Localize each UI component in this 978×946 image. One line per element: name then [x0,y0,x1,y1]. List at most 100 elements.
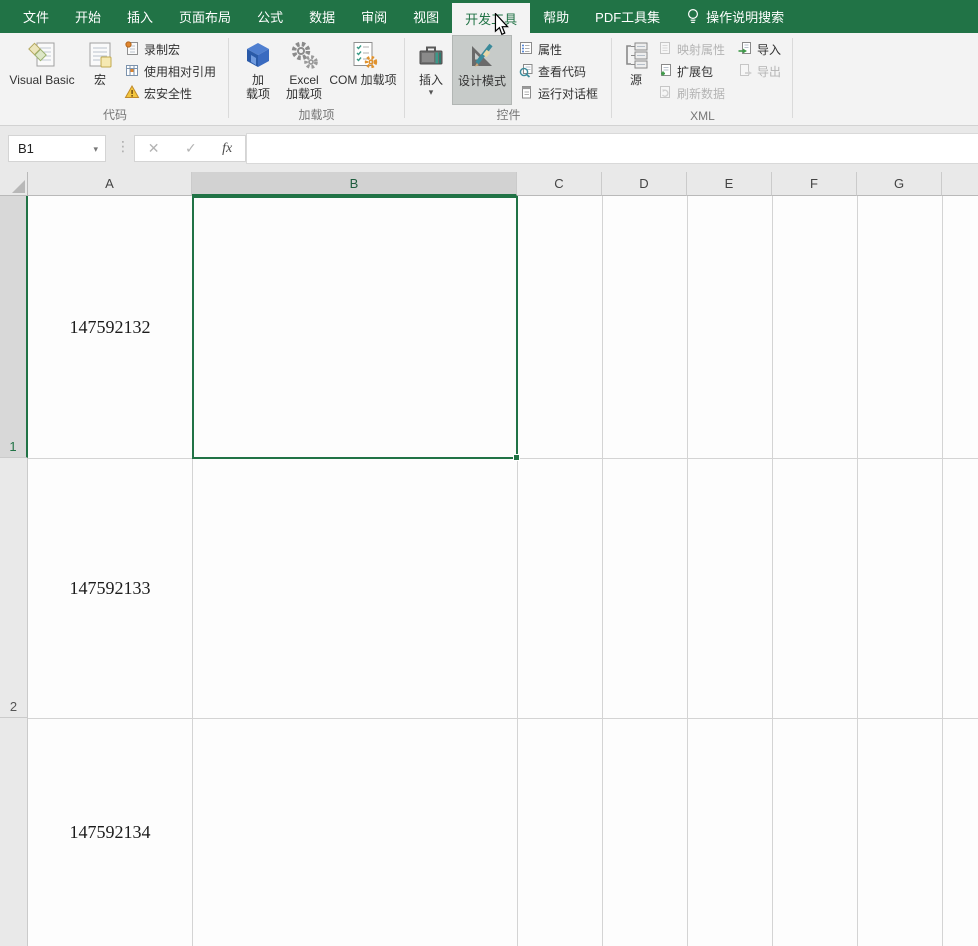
group-separator [611,38,612,118]
import-label: 导入 [757,42,782,57]
tab-tell-me-search-label: 操作说明搜索 [706,10,785,25]
tab-pdf-tools-label: PDF工具集 [595,10,661,25]
excel-addins-icon [288,37,320,73]
relative-references-label: 使用相对引用 [144,64,217,79]
com-addins-label: COM 加载项 [329,73,397,87]
column-header-b[interactable]: B [192,172,517,196]
run-dialog-button[interactable]: 运行对话框 [518,83,598,103]
tab-home-label: 开始 [75,10,102,25]
excel-addins-button[interactable]: Excel 加载项 [282,35,326,105]
ribbon-group-controls-label: 控件 [496,108,521,122]
tab-review-label: 审阅 [361,10,388,25]
formula-bar: B1 ▾ ⋮ ✕ ✓ fx [0,126,978,172]
ribbon-tab-strip: 文件 开始 插入 页面布局 公式 数据 审阅 视图 开发工具 帮助 PDF工具集… [0,0,978,33]
tab-pdf-tools[interactable]: PDF工具集 [582,0,673,33]
visual-basic-button[interactable]: Visual Basic [6,35,78,105]
column-header-f[interactable]: F [772,172,857,196]
tab-data[interactable]: 数据 [296,0,348,33]
group-separator [792,38,793,118]
visual-basic-label: Visual Basic [9,73,75,87]
xml-source-button[interactable]: 源 [618,35,654,105]
tab-file[interactable]: 文件 [10,0,62,33]
name-box[interactable]: B1 ▾ [8,135,106,162]
com-addins-icon [347,37,379,73]
record-macro-label: 录制宏 [144,42,181,57]
run-dialog-label: 运行对话框 [538,86,599,101]
addins-label-line2: 载项 [245,87,270,101]
formula-bar-drag-handle[interactable]: ⋮ [116,138,130,155]
tab-insert[interactable]: 插入 [114,0,166,33]
tab-formulas[interactable]: 公式 [244,0,296,33]
row-header-1[interactable]: 1 [0,196,28,458]
tab-view[interactable]: 视图 [400,0,452,33]
cancel-icon[interactable]: ✕ [148,140,160,157]
tab-help[interactable]: 帮助 [530,0,582,33]
tab-developer[interactable]: 开发工具 [452,3,531,33]
excel-addins-label-line2: 加载项 [285,87,322,101]
select-all-corner[interactable] [0,172,28,196]
macro-security-label: 宏安全性 [144,86,193,101]
tab-review[interactable]: 审阅 [348,0,400,33]
tab-tell-me-search[interactable]: 操作说明搜索 [673,0,797,33]
column-header-d[interactable]: D [602,172,687,196]
row-header-2[interactable]: 2 [0,458,28,718]
addins-icon [242,37,274,73]
record-macro-icon [124,40,140,59]
column-header-c[interactable]: C [517,172,602,196]
relative-references-icon [124,62,140,81]
addins-button[interactable]: 加 载项 [236,35,280,105]
view-code-icon [518,62,534,81]
row-header-3[interactable] [0,718,28,946]
ribbon-group-xml-label: XML [690,109,715,123]
com-addins-button[interactable]: COM 加载项 [326,35,400,105]
column-header-g[interactable]: G [857,172,942,196]
cell-a3[interactable]: 147592134 [28,718,192,946]
macro-security-button[interactable]: 宏安全性 [124,83,192,103]
ribbon-group-addins: 加 载项 Excel 加载项 COM 加载项 加载项 [230,33,403,125]
ribbon-group-code-label: 代码 [102,108,127,122]
macro-security-icon [124,84,140,103]
tab-data-label: 数据 [309,10,336,25]
tab-home[interactable]: 开始 [62,0,114,33]
import-button[interactable]: 导入 [737,39,781,59]
ribbon: Visual Basic 宏 录制宏 使用相对引用 宏安全性 代码 加 载项 E… [0,33,978,126]
tab-formulas-label: 公式 [257,10,284,25]
design-mode-button[interactable]: 设计模式 [452,35,512,105]
name-box-dropdown-icon[interactable]: ▾ [93,144,98,155]
refresh-data-button: 刷新数据 [657,83,725,103]
expansion-packs-button[interactable]: 扩展包 [657,61,713,81]
insert-dropdown-arrow-icon[interactable]: ▾ [429,88,434,97]
tab-page-layout[interactable]: 页面布局 [166,0,244,33]
tab-view-label: 视图 [413,10,440,25]
formula-buttons: ✕ ✓ fx [134,135,246,162]
insert-function-icon[interactable]: fx [222,141,232,157]
insert-controls-button[interactable]: 插入 ▾ [412,35,450,105]
mouse-cursor [494,12,509,41]
macros-button[interactable]: 宏 [80,35,120,105]
excel-addins-label-line1: Excel [289,73,319,87]
tab-developer-label: 开发工具 [465,11,518,27]
column-header-e[interactable]: E [687,172,772,196]
tab-file-label: 文件 [23,10,50,25]
ribbon-group-addins-label: 加载项 [298,108,335,122]
design-mode-icon [466,38,498,74]
cell-a1[interactable]: 147592132 [28,196,192,458]
view-code-button[interactable]: 查看代码 [518,61,586,81]
record-macro-button[interactable]: 录制宏 [124,39,180,59]
cell-a2[interactable]: 147592133 [28,458,192,718]
refresh-data-icon [657,84,673,103]
use-relative-references-button[interactable]: 使用相对引用 [124,61,216,81]
selection-box-b1[interactable] [192,196,520,461]
fill-handle[interactable] [513,454,520,461]
properties-button[interactable]: 属性 [518,39,562,59]
column-header-partial[interactable] [942,172,978,196]
insert-controls-icon [415,37,447,73]
insert-controls-label: 插入 [418,73,443,87]
expansion-packs-label: 扩展包 [677,64,714,79]
enter-icon[interactable]: ✓ [185,140,197,157]
column-header-a[interactable]: A [28,172,192,196]
formula-input[interactable] [246,133,978,164]
design-mode-label: 设计模式 [457,74,506,88]
gridline [942,196,943,946]
addins-label-line1: 加 [251,73,264,87]
